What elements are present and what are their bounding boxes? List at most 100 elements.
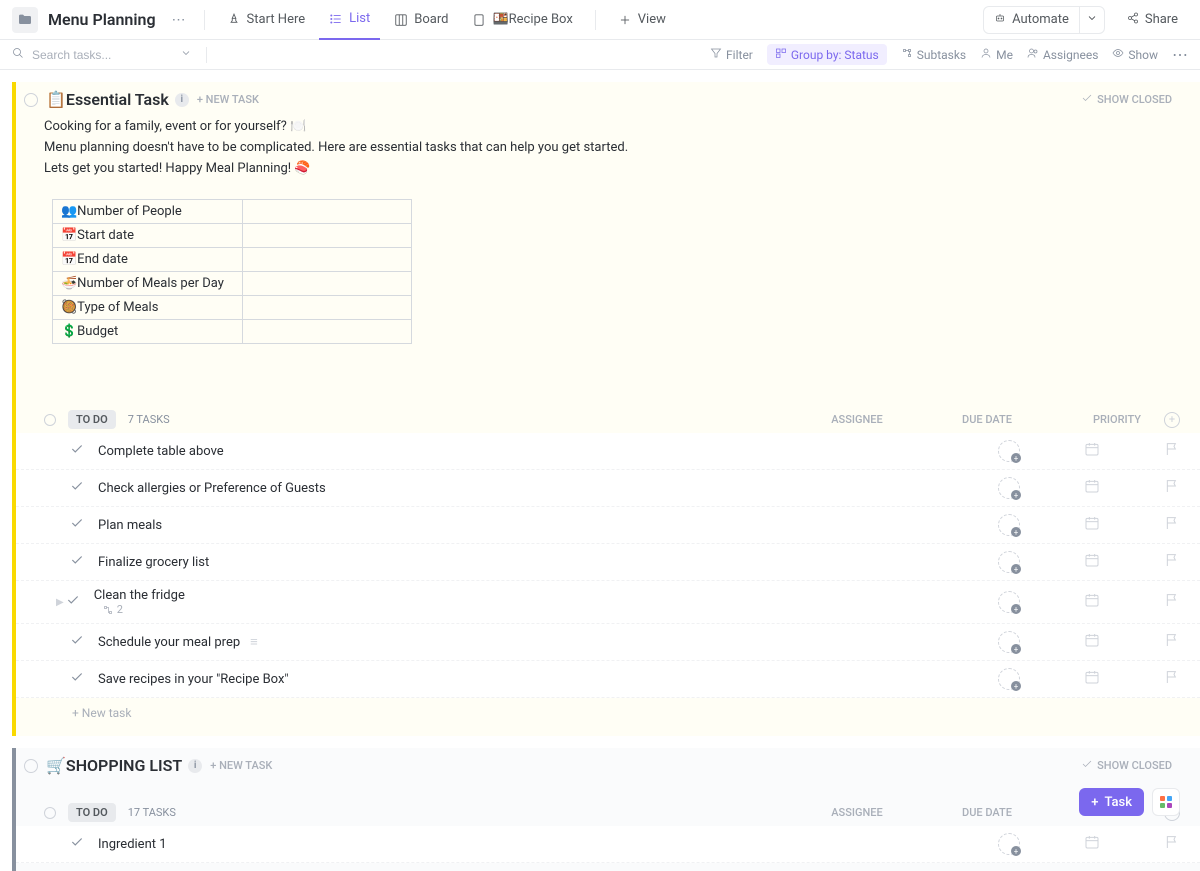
table-row[interactable]: 📅Start date [53, 224, 412, 248]
task-check-icon[interactable] [70, 835, 84, 853]
tab-label: List [349, 11, 370, 26]
due-date-placeholder[interactable] [1084, 441, 1100, 461]
tab-start-here[interactable]: Start Here [217, 0, 316, 40]
due-date-placeholder[interactable] [1084, 834, 1100, 854]
table-row[interactable]: 👥Number of People [53, 200, 412, 224]
meta-value[interactable] [243, 296, 412, 320]
toolbar: Filter Group by: Status Subtasks Me Assi… [0, 40, 1200, 70]
table-row[interactable]: 💲Budget [53, 320, 412, 344]
due-date-placeholder[interactable] [1084, 478, 1100, 498]
new-task-row[interactable]: + New task [16, 698, 1200, 728]
priority-flag-icon[interactable] [1164, 515, 1180, 535]
expand-caret-icon[interactable]: ▶ [56, 597, 64, 608]
show-button[interactable]: Show [1112, 47, 1158, 62]
assignee-placeholder[interactable] [998, 477, 1020, 499]
status-badge[interactable]: TO DO [68, 803, 116, 822]
table-row[interactable]: 📅End date [53, 248, 412, 272]
priority-flag-icon[interactable] [1164, 632, 1180, 652]
assignee-placeholder[interactable] [998, 440, 1020, 462]
info-icon[interactable]: i [188, 759, 202, 773]
priority-flag-icon[interactable] [1164, 441, 1180, 461]
priority-flag-icon[interactable] [1164, 552, 1180, 572]
tab-add-view[interactable]: View [608, 0, 676, 40]
meta-value[interactable] [243, 272, 412, 296]
table-row[interactable]: 🥘Type of Meals [53, 296, 412, 320]
task-check-icon[interactable] [70, 516, 84, 534]
tab-recipe-box[interactable]: 🍱Recipe Box [462, 0, 582, 40]
meta-value[interactable] [243, 320, 412, 344]
filter-button[interactable]: Filter [710, 47, 753, 62]
task-row[interactable]: ▶Clean the fridge2 [16, 581, 1200, 624]
subtasks-icon [901, 47, 913, 62]
add-column-button[interactable]: + [1164, 412, 1180, 428]
assignee-placeholder[interactable] [998, 514, 1020, 536]
task-row[interactable]: Plan meals [16, 507, 1200, 544]
desc-line: Menu planning doesn't have to be complic… [44, 138, 1184, 159]
tab-label: View [638, 12, 666, 27]
meta-value[interactable] [243, 224, 412, 248]
assignees-button[interactable]: Assignees [1027, 47, 1098, 62]
assignee-placeholder[interactable] [998, 631, 1020, 653]
task-check-icon[interactable] [66, 593, 80, 611]
task-row[interactable]: Check allergies or Preference of Guests [16, 470, 1200, 507]
share-button[interactable]: Share [1117, 7, 1188, 33]
assignee-placeholder[interactable] [998, 551, 1020, 573]
meta-label: 📅End date [53, 248, 243, 272]
task-row[interactable]: Save recipes in your "Recipe Box" [16, 661, 1200, 698]
search-wrap [12, 47, 192, 62]
status-badge[interactable]: TO DO [68, 410, 116, 429]
apps-fab[interactable] [1152, 788, 1180, 816]
me-button[interactable]: Me [980, 47, 1013, 62]
subtasks-button[interactable]: Subtasks [901, 47, 966, 62]
priority-flag-icon[interactable] [1164, 669, 1180, 689]
title-more-icon[interactable]: ⋯ [166, 12, 192, 28]
task-check-icon[interactable] [70, 670, 84, 688]
section-collapse[interactable] [24, 93, 38, 107]
meta-value[interactable] [243, 248, 412, 272]
tab-board[interactable]: Board [384, 0, 458, 40]
status-collapse[interactable] [44, 807, 56, 819]
table-row[interactable]: 🍜Number of Meals per Day [53, 272, 412, 296]
task-row[interactable]: Finalize grocery list [16, 544, 1200, 581]
folder-icon[interactable] [12, 7, 38, 33]
priority-flag-icon[interactable] [1164, 478, 1180, 498]
task-row[interactable]: Complete table above [16, 433, 1200, 470]
assignee-placeholder[interactable] [998, 591, 1020, 613]
automate-button[interactable]: Automate [984, 7, 1079, 33]
show-closed-toggle[interactable]: SHOW CLOSED [1081, 92, 1172, 107]
section-collapse[interactable] [24, 759, 38, 773]
chevron-down-icon [1086, 13, 1098, 28]
due-date-placeholder[interactable] [1084, 515, 1100, 535]
priority-flag-icon[interactable] [1164, 592, 1180, 612]
more-button[interactable]: ⋯ [1172, 45, 1188, 64]
robot-icon [994, 12, 1006, 28]
task-check-icon[interactable] [70, 442, 84, 460]
new-task-link[interactable]: + NEW TASK [197, 93, 259, 106]
task-row[interactable]: Schedule your meal prep≡ [16, 624, 1200, 661]
due-date-placeholder[interactable] [1084, 669, 1100, 689]
assignee-placeholder[interactable] [998, 833, 1020, 855]
automate-dropdown[interactable] [1079, 7, 1104, 33]
tab-list[interactable]: List [319, 0, 380, 40]
due-date-placeholder[interactable] [1084, 632, 1100, 652]
chevron-down-icon[interactable] [180, 47, 192, 62]
new-task-fab[interactable]: + Task [1079, 788, 1144, 816]
due-date-placeholder[interactable] [1084, 592, 1100, 612]
group-by-button[interactable]: Group by: Status [767, 44, 887, 65]
priority-flag-icon[interactable] [1164, 834, 1180, 854]
col-priority: PRIORITY [1082, 413, 1152, 426]
new-task-link[interactable]: + NEW TASK [210, 759, 272, 772]
show-closed-toggle[interactable]: SHOW CLOSED [1081, 758, 1172, 773]
assignee-placeholder[interactable] [998, 668, 1020, 690]
task-count: 7 TASKS [128, 413, 170, 426]
meta-value[interactable] [243, 200, 412, 224]
status-collapse[interactable] [44, 414, 56, 426]
task-check-icon[interactable] [70, 553, 84, 571]
task-check-icon[interactable] [70, 479, 84, 497]
info-icon[interactable]: i [175, 93, 189, 107]
task-check-icon[interactable] [70, 633, 84, 651]
row-menu-icon[interactable]: ≡ [250, 635, 258, 650]
top-bar: Menu Planning ⋯ Start Here List Board 🍱R… [0, 0, 1200, 40]
search-input[interactable] [32, 48, 162, 62]
due-date-placeholder[interactable] [1084, 552, 1100, 572]
